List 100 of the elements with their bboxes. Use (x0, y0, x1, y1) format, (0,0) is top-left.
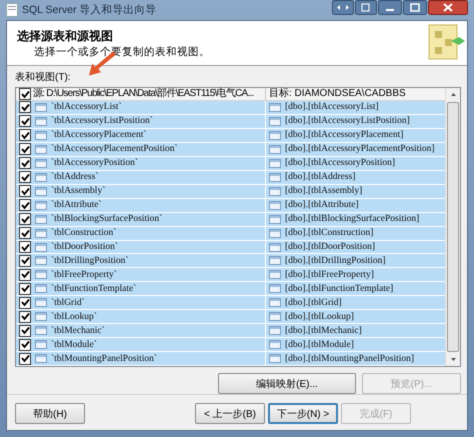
checkbox[interactable] (19, 185, 31, 198)
nav-button[interactable]: < 上一步(B) (195, 403, 265, 424)
table-row[interactable]: `tblMechanic` [dbo].[tblMechanic] (16, 324, 445, 338)
table-row[interactable]: `tblAttribute` [dbo].[tblAttribute] (16, 198, 445, 213)
tables-label: 表和视图(T): (15, 70, 72, 84)
table-icon (269, 284, 281, 294)
source-table-name: `tblDoorPosition` (51, 242, 118, 252)
checkbox[interactable] (19, 241, 31, 253)
checkbox[interactable] (19, 268, 31, 281)
checkbox[interactable] (19, 324, 31, 337)
table-row[interactable]: `tblDoorPosition` [dbo].[tblDoorPosition] (16, 240, 445, 254)
source-table-name: `tblModule` (51, 340, 97, 350)
checkbox[interactable] (19, 199, 31, 212)
source-table-name: `tblFunctionTemplate` (51, 284, 136, 294)
table-icon (35, 298, 47, 308)
checkbox[interactable] (19, 213, 31, 226)
checkbox[interactable] (19, 296, 31, 309)
table-row[interactable]: `tblMountingPanelPosition` [dbo].[tblMountingPanelPosition] (16, 352, 445, 366)
source-table-name: `tblAccessoryList` (51, 102, 122, 112)
destination-table-name: [dbo].[tblAddress] (285, 172, 356, 182)
table-icon (269, 186, 281, 196)
table-row[interactable]: `tblBlockingSurfacePosition` [dbo].[tblBlockingSurfacePosition] (16, 212, 445, 227)
table-icon (35, 354, 47, 364)
table-icon (35, 158, 47, 168)
checkbox[interactable] (19, 227, 31, 240)
source-table-name: `tblBlockingSurfacePosition` (51, 214, 162, 224)
table-icon (35, 102, 47, 112)
close-icon[interactable] (428, 0, 468, 15)
table-icon (269, 172, 281, 182)
source-table-name: `tblAccessoryListPosition` (51, 116, 153, 126)
column-header[interactable]: 目标: DIAMONDSEA\CADBBS (266, 88, 445, 100)
table-icon (269, 228, 281, 238)
table-icon (35, 270, 47, 280)
destination-table-name: [dbo].[tblModule] (285, 340, 354, 350)
table-icon (269, 158, 281, 168)
table-row[interactable]: `tblAccessoryPosition` [dbo].[tblAccessoryPosition] (16, 156, 445, 171)
destination-table-name: [dbo].[tblGrid] (285, 298, 342, 308)
checkbox[interactable] (19, 282, 31, 295)
nav-button[interactable]: 下一步(N) > (268, 403, 338, 424)
table-icon (35, 340, 47, 350)
table-icon (269, 298, 281, 308)
destination-table-name: [dbo].[tblDrillingPosition] (285, 256, 386, 266)
destination-table-name: [dbo].[tblAccessoryPlacementPosition] (285, 144, 435, 154)
destination-table-name: [dbo].[tblMountingPanelPosition] (285, 354, 414, 364)
checkbox[interactable] (19, 338, 31, 351)
table-row[interactable]: `tblFunctionTemplate` [dbo].[tblFunctionTemplate] (16, 282, 445, 296)
table-icon (269, 312, 281, 322)
table-icon (35, 200, 47, 210)
table-icon (269, 144, 281, 154)
table-row[interactable]: `tblDrillingPosition` [dbo].[tblDrillingPosition] (16, 254, 445, 268)
checkbox[interactable] (19, 310, 31, 323)
source-table-name: `tblGrid` (51, 298, 85, 308)
checkbox[interactable] (19, 352, 31, 365)
table-icon (35, 284, 47, 294)
column-header[interactable]: 源: D:\Users\Public\EPLAN\Data\部件\EAST115\电气CA... (16, 88, 266, 100)
table-icon (269, 340, 281, 350)
maximize-icon[interactable] (403, 0, 427, 15)
checkbox[interactable] (19, 171, 31, 184)
checkbox[interactable] (19, 157, 31, 170)
table-row[interactable]: `tblAccessoryList` [dbo].[tblAccessoryList] (16, 101, 445, 115)
table-icon (269, 270, 281, 280)
table-icon (269, 354, 281, 364)
destination-table-name: [dbo].[tblFreeProperty] (285, 270, 374, 280)
table-row[interactable]: `tblAddress` [dbo].[tblAddress] (16, 170, 445, 185)
action-button[interactable]: 编辑映射(E)... (218, 373, 356, 394)
source-table-name: `tblAccessoryPosition` (51, 158, 138, 168)
source-table-name: `tblLookup` (51, 312, 97, 322)
table-row[interactable]: `tblModule` [dbo].[tblModule] (16, 338, 445, 352)
table-row[interactable]: `tblFreeProperty` [dbo].[tblFreeProperty] (16, 268, 445, 282)
source-table-name: `tblDrillingPosition` (51, 256, 129, 266)
minimize-icon[interactable] (378, 0, 402, 15)
table-icon (35, 144, 47, 154)
table-icon (269, 242, 281, 252)
table-row[interactable]: `tblLookup` [dbo].[tblLookup] (16, 310, 445, 324)
table-row[interactable]: `tblConstruction` [dbo].[tblConstruction] (16, 226, 445, 241)
table-row[interactable]: `tblGrid` [dbo].[tblGrid] (16, 296, 445, 310)
window-title: SQL Server 导入和导出向导 (22, 3, 156, 17)
tool-icon[interactable] (332, 0, 354, 15)
checkbox[interactable] (19, 88, 31, 100)
app-icon (6, 3, 18, 17)
table-icon (269, 130, 281, 140)
checkbox[interactable] (19, 101, 31, 114)
table-row[interactable]: `tblAccessoryListPosition` [dbo].[tblAccessoryListPosition] (16, 114, 445, 129)
destination-table-name: [dbo].[tblMechanic] (285, 326, 362, 336)
checkbox[interactable] (19, 115, 31, 128)
help-button[interactable]: 帮助(H) (15, 403, 85, 424)
checkbox[interactable] (19, 129, 31, 142)
scrollbar[interactable] (445, 88, 460, 366)
checkbox[interactable] (19, 143, 31, 156)
window-icon[interactable] (355, 0, 377, 15)
table-row[interactable]: `tblAccessoryPlacementPosition` [dbo].[tblAccessoryPlacementPosition] (16, 142, 445, 157)
checkbox[interactable] (19, 254, 31, 267)
table-row[interactable]: `tblAssembly` [dbo].[tblAssembly] (16, 184, 445, 199)
source-table-name: `tblAccessoryPlacement` (51, 130, 146, 140)
table-row[interactable]: `tblAccessoryPlacement` [dbo].[tblAccessoryPlacement] (16, 128, 445, 143)
source-table-name: `tblMountingPanelPosition` (51, 354, 158, 364)
destination-table-name: [dbo].[tblBlockingSurfacePosition] (285, 214, 420, 224)
page-title: 选择源表和源视图 (17, 28, 114, 44)
source-table-name: `tblAddress` (51, 172, 98, 182)
table-icon (35, 242, 47, 252)
